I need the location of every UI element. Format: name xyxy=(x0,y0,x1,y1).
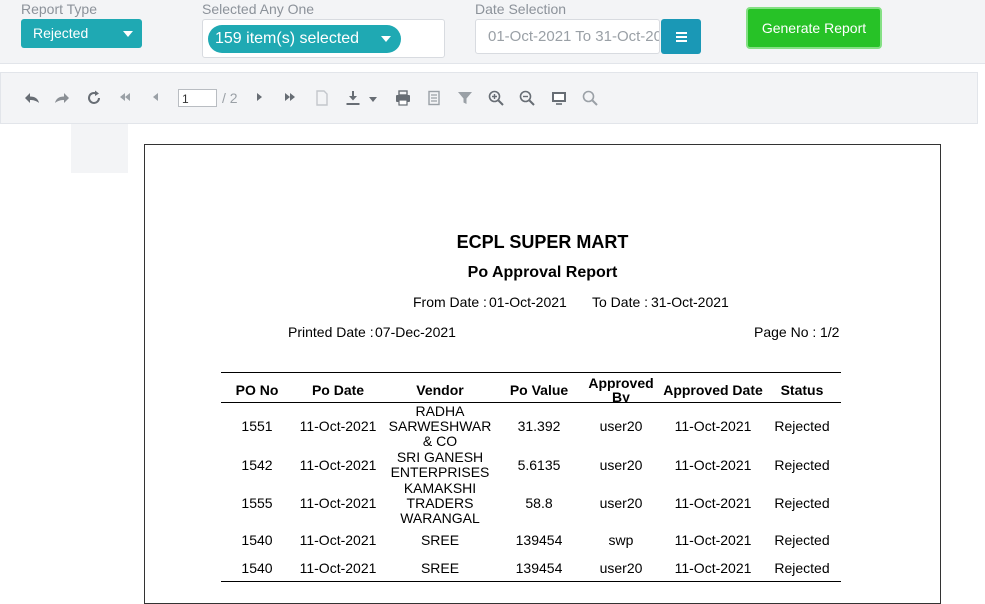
print-layout-icon[interactable] xyxy=(425,90,443,108)
report-type-select[interactable]: Rejected xyxy=(21,19,142,48)
cell-vendor: RADHA SARWESHWAR & CO xyxy=(388,403,492,449)
page-total: / 2 xyxy=(222,90,238,106)
last-page-icon[interactable] xyxy=(281,90,299,108)
cell-approved-by: user20 xyxy=(599,457,643,473)
cell-po-value: 139454 xyxy=(515,560,563,576)
zoom-in-icon[interactable] xyxy=(487,90,505,108)
page-no-label: Page No : xyxy=(754,324,817,340)
cell-status: Rejected xyxy=(774,418,830,434)
cell-po-no: 1540 xyxy=(241,532,273,548)
cell-po-no: 1542 xyxy=(241,457,273,473)
cell-vendor: SREE xyxy=(420,532,460,548)
column-header-po-date: Po Date xyxy=(311,382,365,398)
filter-bar: Report Type Rejected Selected Any One 15… xyxy=(0,0,985,64)
to-date-value: 31-Oct-2021 xyxy=(651,294,729,310)
download-icon[interactable] xyxy=(344,90,362,108)
menu-icon xyxy=(676,32,687,34)
fullscreen-icon[interactable] xyxy=(550,90,568,108)
cell-approved-date: 11-Oct-2021 xyxy=(674,418,752,434)
report-title: Po Approval Report xyxy=(467,264,618,281)
chevron-down-icon xyxy=(381,36,391,42)
first-page-icon[interactable] xyxy=(116,90,134,108)
selected-items-count: 159 item(s) selected xyxy=(215,30,360,47)
redo-icon[interactable] xyxy=(53,90,71,108)
sidebar-placeholder xyxy=(71,124,128,173)
chevron-down-icon xyxy=(123,31,133,37)
date-selection-label: Date Selection xyxy=(475,1,567,17)
chevron-down-icon[interactable] xyxy=(364,90,382,108)
cell-vendor: SREE xyxy=(420,560,460,576)
cell-po-no: 1540 xyxy=(241,560,273,576)
cell-po-value: 31.392 xyxy=(517,418,561,434)
next-page-icon[interactable] xyxy=(250,90,268,108)
to-date-label: To Date : xyxy=(592,294,649,310)
printed-date-value: 07-Dec-2021 xyxy=(375,324,456,340)
cell-approved-date: 11-Oct-2021 xyxy=(674,532,752,548)
date-menu-button[interactable] xyxy=(661,19,701,54)
item-multiselect[interactable]: 159 item(s) selected xyxy=(202,19,445,58)
column-header-po-value: Po Value xyxy=(509,382,569,398)
cell-approved-by: user20 xyxy=(599,560,643,576)
selected-items-pill[interactable]: 159 item(s) selected xyxy=(208,25,401,53)
report-type-label: Report Type xyxy=(21,1,98,17)
cell-status: Rejected xyxy=(774,495,830,511)
cell-po-no: 1551 xyxy=(241,418,273,434)
report-viewer-toolbar: / 2 xyxy=(0,72,978,124)
column-header-approved-by: Approved By xyxy=(588,376,654,402)
generate-report-button[interactable]: Generate Report xyxy=(746,7,882,49)
cell-po-no: 1555 xyxy=(241,495,273,511)
search-icon[interactable] xyxy=(581,90,599,108)
printed-date-label: Printed Date : xyxy=(288,324,374,340)
refresh-icon[interactable] xyxy=(85,90,103,108)
selected-any-one-label: Selected Any One xyxy=(202,1,315,17)
prev-page-icon[interactable] xyxy=(147,90,165,108)
report-type-value: Rejected xyxy=(33,25,89,41)
cell-status: Rejected xyxy=(774,560,830,576)
page-no-value: 1/2 xyxy=(820,324,840,340)
cell-po-date: 11-Oct-2021 xyxy=(299,532,377,548)
cell-approved-by: user20 xyxy=(599,495,643,511)
column-header-po-no: PO No xyxy=(235,382,279,398)
cell-po-date: 11-Oct-2021 xyxy=(299,495,377,511)
cell-po-value: 58.8 xyxy=(525,495,553,511)
cell-approved-date: 11-Oct-2021 xyxy=(674,457,752,473)
cell-approved-date: 11-Oct-2021 xyxy=(674,560,752,576)
zoom-out-icon[interactable] xyxy=(518,90,536,108)
cell-vendor: SRI GANESH ENTERPRISES xyxy=(390,449,490,480)
cell-approved-date: 11-Oct-2021 xyxy=(674,495,752,511)
cell-po-date: 11-Oct-2021 xyxy=(299,418,377,434)
cell-po-date: 11-Oct-2021 xyxy=(299,560,377,576)
undo-icon[interactable] xyxy=(23,90,41,108)
table-header-rule xyxy=(221,402,841,403)
cell-po-date: 11-Oct-2021 xyxy=(299,457,377,473)
company-name: ECPL SUPER MART xyxy=(456,232,629,252)
table-top-rule xyxy=(221,372,841,373)
column-header-vendor: Vendor xyxy=(416,382,464,398)
from-date-label: From Date : xyxy=(413,294,487,310)
cell-po-value: 5.6135 xyxy=(517,457,561,473)
cell-status: Rejected xyxy=(774,457,830,473)
single-page-icon[interactable] xyxy=(313,90,331,108)
table-bottom-rule xyxy=(221,581,841,582)
cell-status: Rejected xyxy=(774,532,830,548)
column-header-approved-date: Approved Date xyxy=(663,382,763,398)
filter-icon[interactable] xyxy=(456,90,474,108)
from-date-value: 01-Oct-2021 xyxy=(489,294,567,310)
cell-approved-by: swp xyxy=(608,532,634,548)
cell-approved-by: user20 xyxy=(599,418,643,434)
cell-vendor: KAMAKSHI TRADERS WARANGAL xyxy=(400,480,480,526)
date-range-input[interactable]: 01-Oct-2021 To 31-Oct-2021 xyxy=(475,19,660,54)
cell-po-value: 139454 xyxy=(515,532,563,548)
column-header-status: Status xyxy=(780,382,824,398)
print-icon[interactable] xyxy=(394,90,412,108)
page-number-input[interactable] xyxy=(178,89,217,107)
